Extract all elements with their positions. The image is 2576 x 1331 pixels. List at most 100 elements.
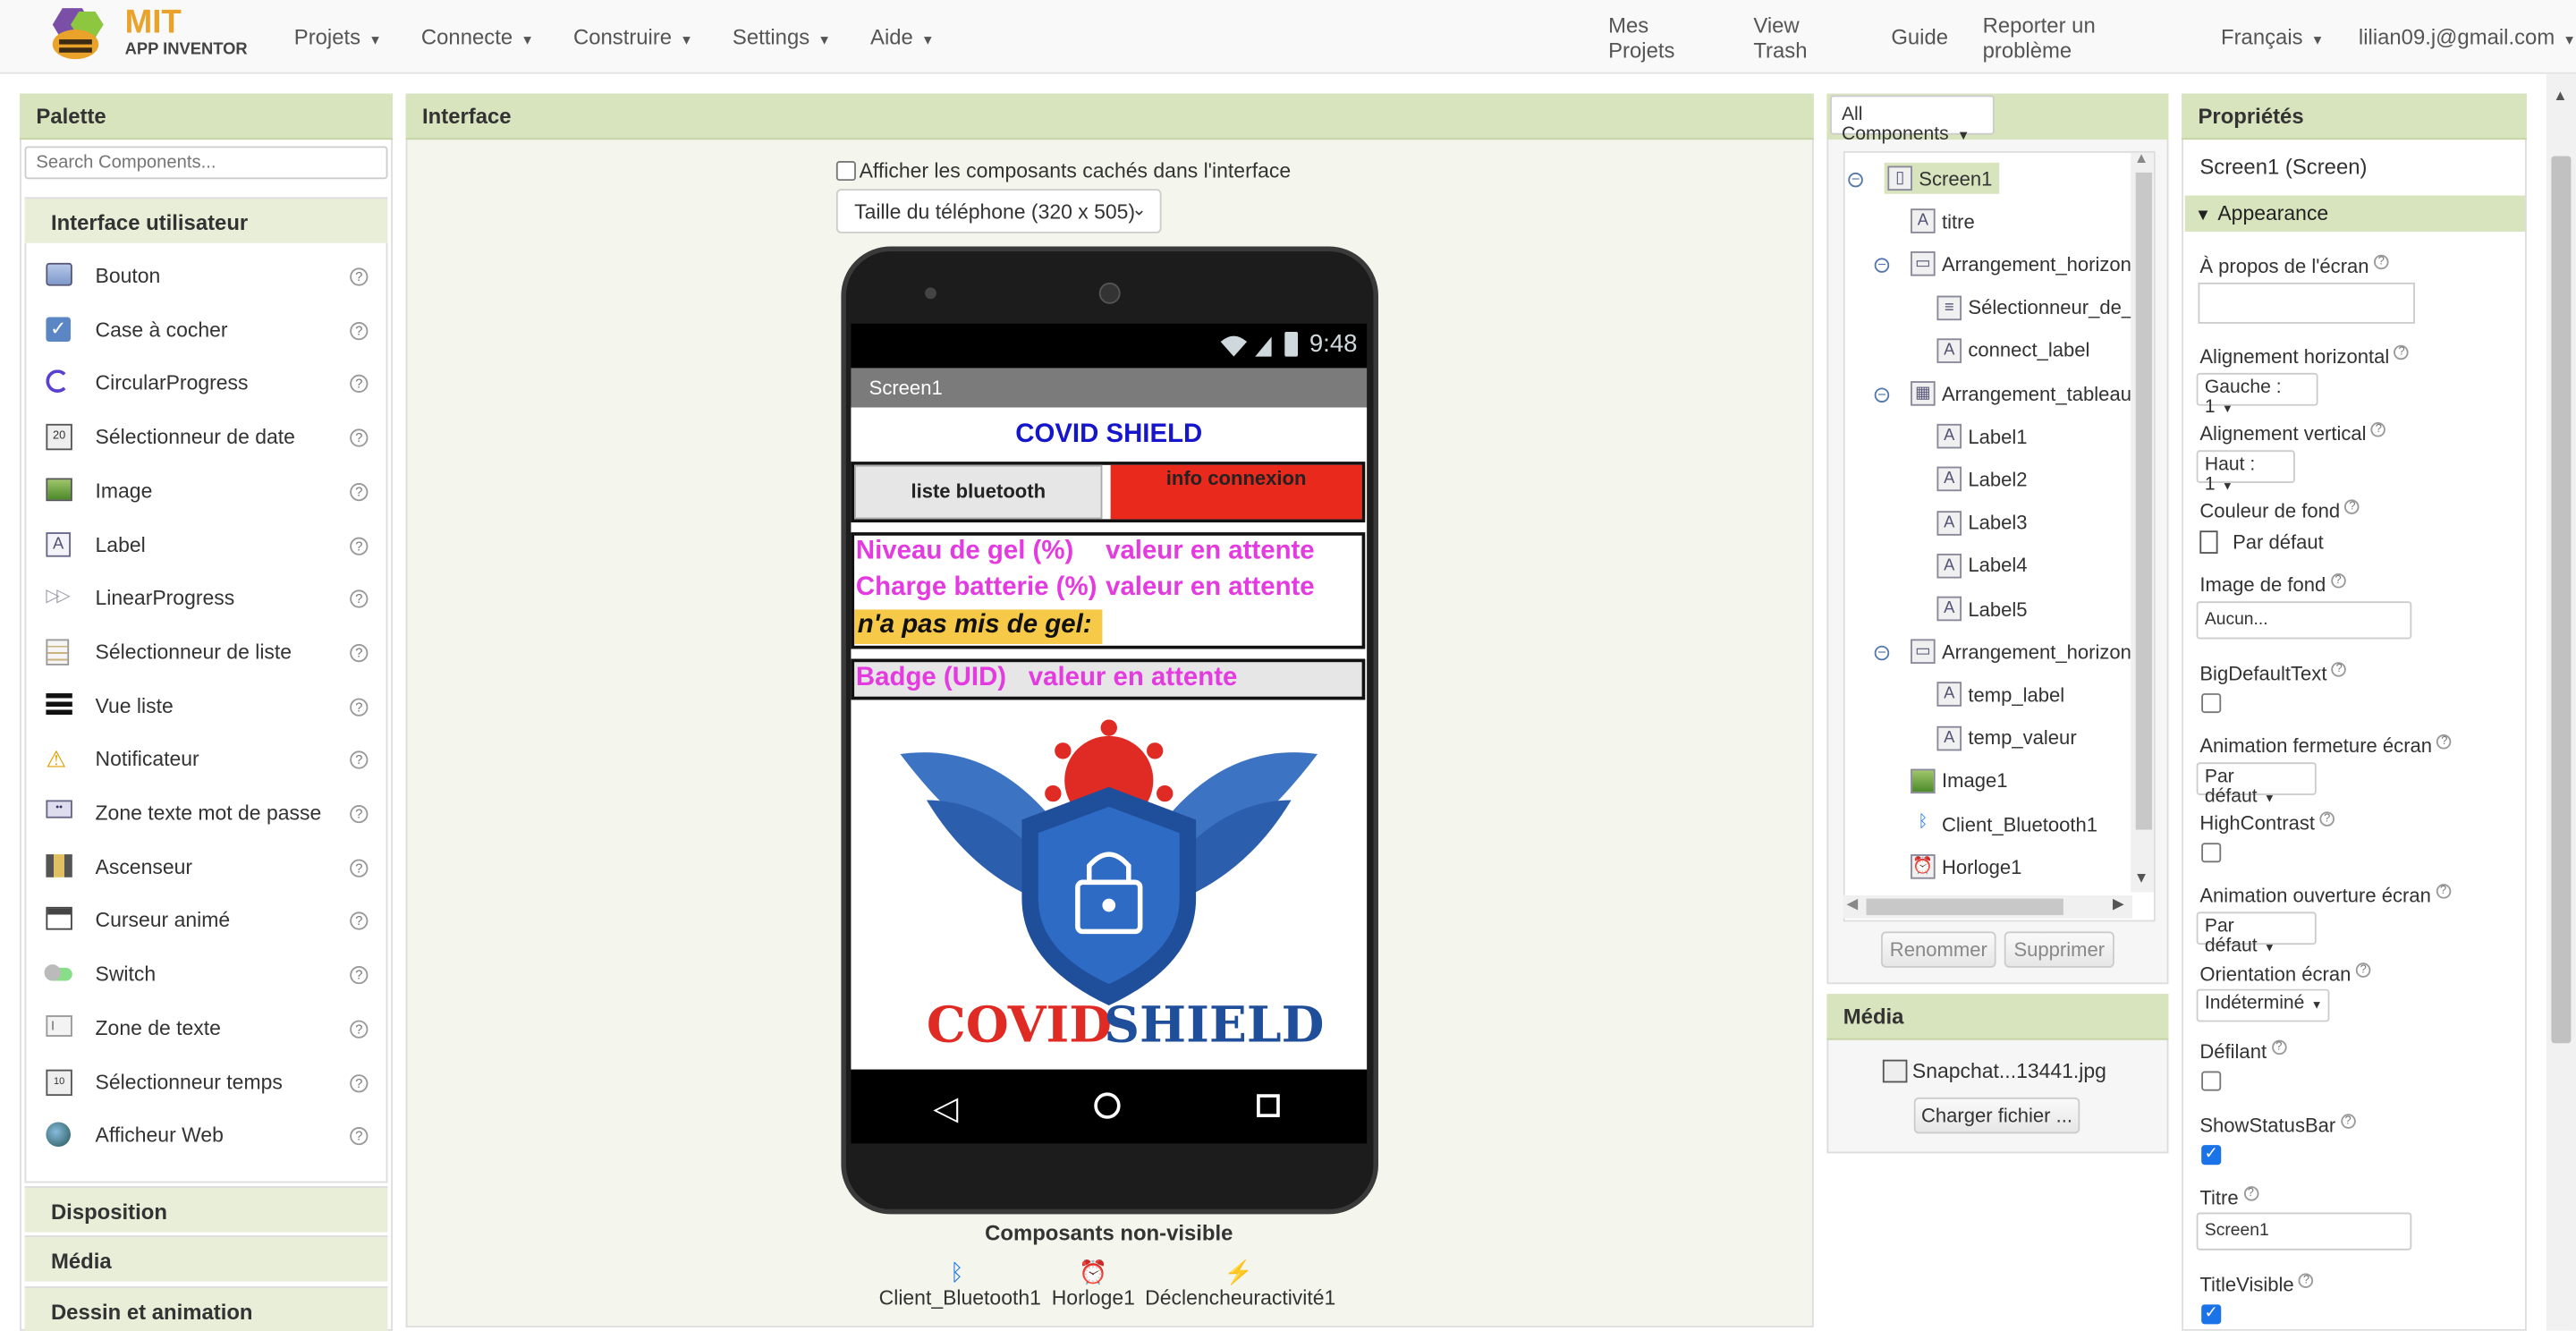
tree-item-connect-label[interactable]: Aconnect_label — [1936, 337, 2089, 363]
scroll-down-icon[interactable]: ▼ — [2134, 869, 2148, 886]
category-dessin-animation[interactable]: Dessin et animation — [24, 1286, 388, 1331]
help-icon[interactable]: ? — [350, 428, 369, 447]
align-v-select[interactable]: Haut : 1 ▼ — [2196, 450, 2295, 495]
help-icon[interactable]: ? — [350, 1020, 369, 1039]
palette-item-vue-liste[interactable]: Vue liste? — [46, 690, 369, 723]
palette-item-bouton[interactable]: Bouton? — [46, 259, 369, 292]
tree-item-horloge1[interactable]: ⏰ Horloge1 — [1911, 854, 2021, 879]
link-guide[interactable]: Guide — [1891, 25, 1948, 50]
help-icon[interactable]: ? — [350, 643, 369, 662]
link-mes-projets[interactable]: Mes Projets — [1608, 13, 1719, 62]
scrollable-checkbox[interactable] — [2201, 1071, 2222, 1091]
all-components-dropdown[interactable]: All Components ▼ — [1830, 95, 1995, 145]
phone-size-select[interactable]: Taille du téléphone (320 x 505) ⌄ — [835, 189, 1162, 233]
scroll-left-icon[interactable]: ◀ — [1846, 895, 1858, 913]
open-anim-select[interactable]: Par défaut ▼ — [2196, 911, 2317, 956]
palette-item-ascenseur[interactable]: Ascenseur? — [46, 851, 369, 884]
recents-icon[interactable] — [1257, 1094, 1280, 1117]
tree-scrollbar[interactable]: ▲ ▼ — [2131, 149, 2154, 893]
upload-file-button[interactable]: Charger fichier ... — [1913, 1097, 2080, 1134]
appearance-section[interactable]: ▼ Appearance — [2184, 195, 2526, 232]
help-icon[interactable]: ? — [350, 321, 369, 340]
menu-construire[interactable]: Construire ▼ — [573, 25, 693, 50]
delete-button[interactable]: Supprimer — [2004, 931, 2114, 968]
menu-projets[interactable]: Projets ▼ — [294, 25, 382, 50]
collapse-toggle-icon[interactable]: − — [1874, 258, 1890, 274]
page-scrollbar[interactable]: ▲ — [2546, 73, 2576, 1331]
collapse-toggle-icon[interactable]: − — [1848, 172, 1863, 188]
nonvisible-bluetooth[interactable]: ᛒ Client_Bluetooth1 — [879, 1257, 1041, 1310]
high-contrast-checkbox[interactable] — [2201, 843, 2222, 863]
about-screen-textarea[interactable] — [2198, 282, 2415, 324]
help-icon[interactable]: ? — [350, 536, 369, 555]
bg-color-picker[interactable]: Par défaut — [2199, 530, 2324, 554]
menu-settings[interactable]: Settings ▼ — [733, 25, 831, 50]
tree-item-label2[interactable]: A Label2 — [1936, 467, 2028, 492]
palette-item-curseur-anim-[interactable]: Curseur animé? — [46, 904, 369, 937]
link-report-problem[interactable]: Reporter un problème — [1983, 13, 2187, 62]
collapse-toggle-icon[interactable]: − — [1874, 387, 1890, 403]
collapse-toggle-icon[interactable]: − — [1874, 645, 1890, 661]
palette-item-notificateur[interactable]: ⚠ Notificateur? — [46, 743, 369, 776]
tree-item-temp-label[interactable]: Atemp_label — [1936, 682, 2064, 708]
category-media[interactable]: Média — [24, 1235, 388, 1282]
page-scroll-up-icon[interactable]: ▲ — [2553, 87, 2567, 103]
palette-item-case-cocher[interactable]: ✓ Case à cocher? — [46, 313, 369, 346]
title-visible-checkbox[interactable]: ✓ — [2201, 1304, 2222, 1325]
home-icon[interactable] — [1094, 1092, 1121, 1119]
category-interface-utilisateur[interactable]: Interface utilisateur — [24, 197, 388, 243]
app-inventor-logo[interactable]: MIT APP INVENTOR — [46, 5, 259, 64]
help-icon[interactable]: ? — [350, 750, 369, 770]
link-view-trash[interactable]: View Trash — [1753, 13, 1856, 62]
palette-item-image[interactable]: Image? — [46, 474, 369, 507]
search-components-input[interactable] — [24, 146, 388, 180]
align-h-select[interactable]: Gauche : 1 ▼ — [2196, 372, 2318, 418]
close-anim-select[interactable]: Par défaut ▼ — [2196, 762, 2317, 807]
palette-item-s-lectionneur-de-date[interactable]: 20 Sélectionneur de date? — [46, 420, 369, 454]
orientation-select[interactable]: Indéterminé ▼ — [2196, 988, 2330, 1022]
tree-item-image1[interactable]: ▨Image1 — [1911, 768, 2008, 793]
scroll-right-icon[interactable]: ▶ — [2113, 895, 2124, 913]
rename-button[interactable]: Renommer — [1881, 931, 1996, 968]
bg-image-picker[interactable]: Aucun... — [2196, 601, 2412, 640]
help-icon[interactable]: ? — [350, 966, 369, 985]
help-icon[interactable]: ? — [350, 804, 369, 824]
help-icon[interactable]: ? — [350, 375, 369, 394]
help-icon[interactable]: ? — [350, 267, 369, 286]
help-icon[interactable]: ? — [350, 1127, 369, 1146]
nonvisible-clock[interactable]: ⏰ Horloge1 — [1048, 1257, 1139, 1310]
menu-aide[interactable]: Aide ▼ — [870, 25, 935, 50]
title-input[interactable]: Screen1 — [2196, 1212, 2412, 1250]
help-icon[interactable]: ? — [350, 589, 369, 608]
tree-item-arrangement-tableau[interactable]: ▦ Arrangement_tableau — [1911, 381, 2131, 406]
palette-item-circularprogress[interactable]: CircularProgress? — [46, 367, 369, 400]
tree-item-arrangement-horizont[interactable]: ▭ Arrangement_horizont — [1911, 251, 2137, 277]
media-file-item[interactable]: Snapchat...13441.jpg — [1882, 1059, 2106, 1083]
tree-item-client-bluetooth1[interactable]: ᛒ Client_Bluetooth1 — [1911, 811, 2097, 836]
palette-item-afficheur-web[interactable]: Afficheur Web? — [46, 1119, 369, 1152]
nonvisible-activity[interactable]: ⚡ Déclencheuractivité1 — [1145, 1257, 1335, 1310]
palette-item-zone-texte-mot-de-passe[interactable]: •• Zone texte mot de passe? — [46, 797, 369, 830]
tree-hscrollbar[interactable]: ◀ ▶ — [1843, 895, 2133, 919]
status-bar-checkbox[interactable]: ✓ — [2201, 1145, 2222, 1166]
help-icon[interactable]: ? — [350, 1073, 369, 1092]
tree-item-s-lectionneur-de-l[interactable]: ≡ Sélectionneur_de_l — [1936, 294, 2137, 320]
palette-item-switch[interactable]: Switch? — [44, 958, 369, 991]
help-icon[interactable]: ? — [350, 697, 369, 716]
palette-item-s-lectionneur-de-liste[interactable]: Sélectionneur de liste? — [46, 636, 369, 669]
tree-item-screen1[interactable]: ▯ Screen1 — [1884, 162, 1999, 194]
menu-connecte[interactable]: Connecte ▼ — [421, 25, 534, 50]
tree-item-label4[interactable]: A Label4 — [1936, 553, 2028, 579]
scroll-up-icon[interactable]: ▲ — [2134, 149, 2148, 165]
back-icon[interactable]: ◁ — [933, 1088, 958, 1129]
help-icon[interactable]: ? — [350, 912, 369, 931]
tree-item-label3[interactable]: A Label3 — [1936, 510, 2028, 536]
palette-item-linearprogress[interactable]: ▷▷ LinearProgress? — [46, 582, 369, 615]
help-icon[interactable]: ? — [350, 482, 369, 501]
palette-item-label[interactable]: A Label? — [46, 528, 369, 561]
language-menu[interactable]: Français ▼ — [2221, 25, 2324, 50]
palette-item-s-lectionneur-temps[interactable]: 10 Sélectionneur temps? — [46, 1065, 369, 1098]
big-text-checkbox[interactable] — [2201, 693, 2222, 714]
account-menu[interactable]: lilian09.j@gmail.com ▼ — [2359, 25, 2576, 50]
tree-item-arrangement-horizont[interactable]: ▭ Arrangement_horizont — [1911, 639, 2137, 665]
